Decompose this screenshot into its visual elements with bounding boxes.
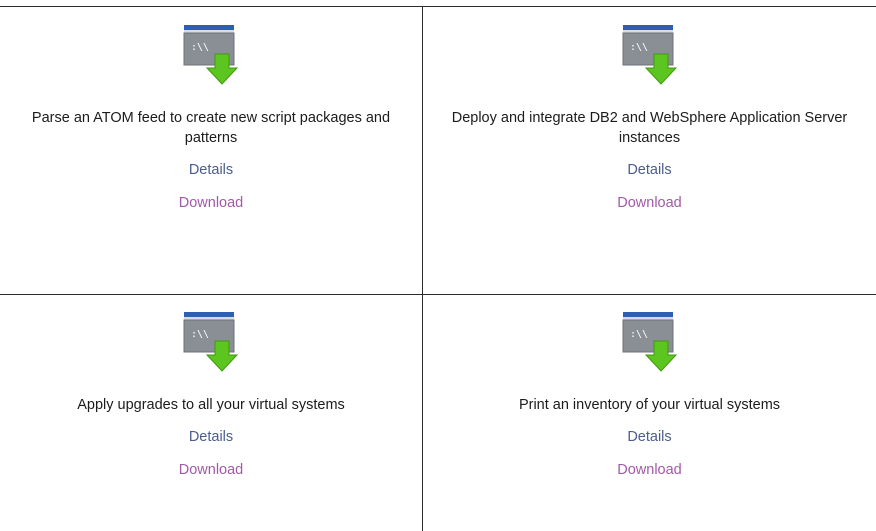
script-download-icon: :\\ [622, 25, 677, 85]
script-download-icon: :\\ [183, 312, 239, 372]
details-link[interactable]: Details [189, 428, 233, 446]
details-link[interactable]: Details [627, 428, 671, 446]
card-title: Deploy and integrate DB2 and WebSphere A… [451, 110, 848, 146]
card-title: Parse an ATOM feed to create new script … [31, 110, 391, 146]
svg-text::\\: :\\ [191, 42, 209, 53]
grid-top-border [0, 6, 876, 7]
svg-text::\\: :\\ [630, 329, 648, 340]
details-link[interactable]: Details [627, 161, 671, 179]
grid-row-divider [0, 294, 876, 295]
card-title: Print an inventory of your virtual syste… [518, 397, 781, 413]
svg-text::\\: :\\ [630, 42, 648, 53]
download-link[interactable]: Download [179, 194, 244, 212]
details-link[interactable]: Details [189, 161, 233, 179]
card-title: Apply upgrades to all your virtual syste… [77, 397, 345, 413]
download-link[interactable]: Download [617, 461, 682, 479]
download-link[interactable]: Download [179, 461, 244, 479]
script-download-icon: :\\ [622, 312, 677, 372]
script-card: :\\ Deploy and integrate DB2 and WebSphe… [423, 24, 876, 212]
script-card: :\\ Parse an ATOM feed to create new scr… [0, 24, 422, 212]
download-link[interactable]: Download [617, 194, 682, 212]
svg-text::\\: :\\ [191, 329, 209, 340]
script-download-icon: :\\ [183, 25, 239, 85]
script-card: :\\ Print an inventory of your virtual s… [423, 311, 876, 479]
script-card: :\\ Apply upgrades to all your virtual s… [0, 311, 422, 479]
